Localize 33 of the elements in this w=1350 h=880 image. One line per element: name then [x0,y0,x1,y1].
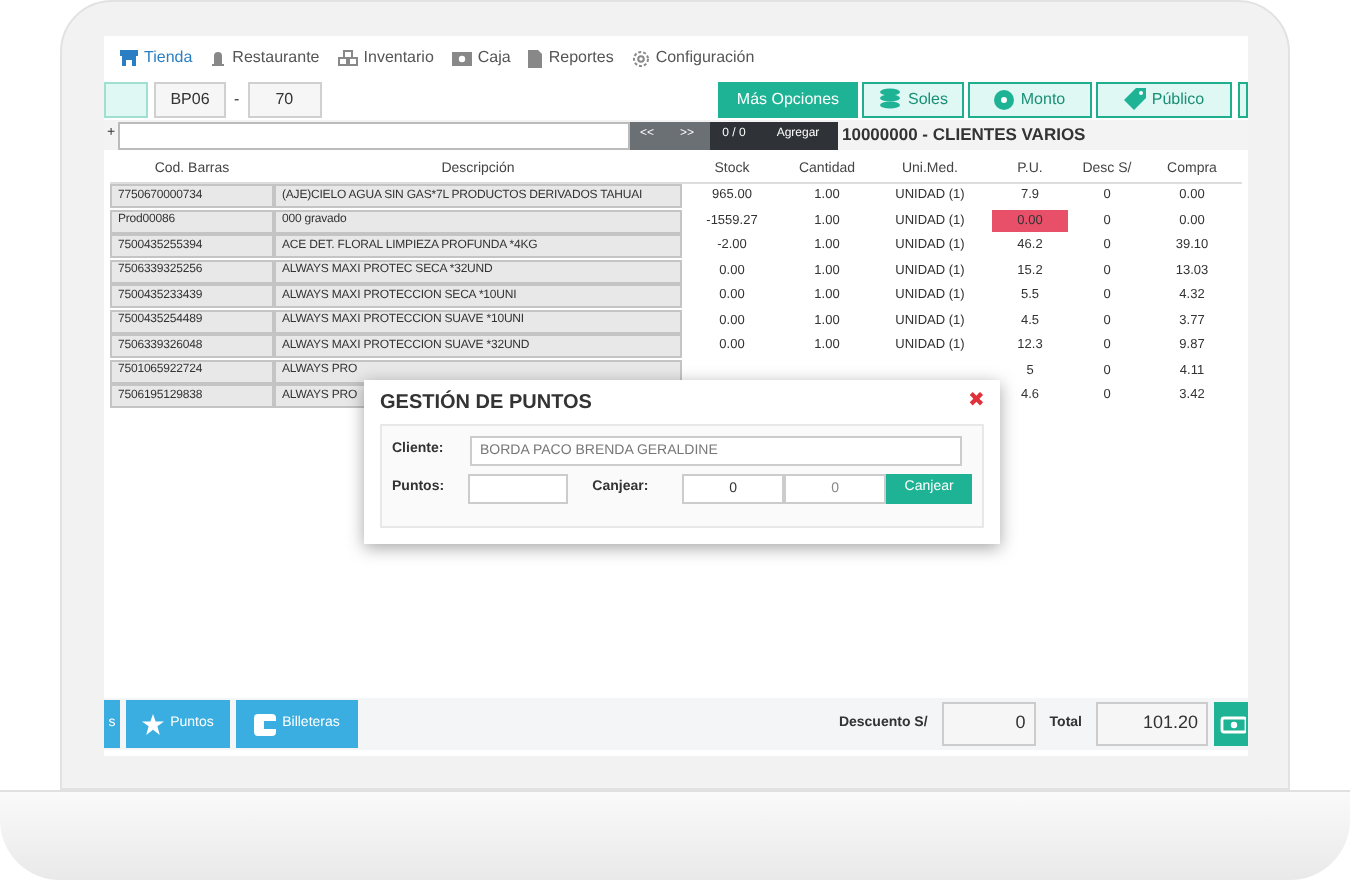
search-field[interactable] [118,121,630,149]
settings-icon [631,49,650,67]
star-icon [142,713,165,735]
document-icon [528,49,543,67]
nav-tab[interactable]: Restaurante [210,46,320,70]
nav-tab[interactable]: Caja [451,46,511,70]
nav-tab[interactable]: Inventario [337,46,434,70]
coins-icon [877,88,902,110]
nav-tab[interactable]: Tienda [120,46,193,70]
toolbar-button[interactable]: Soles [862,81,964,117]
tag-icon [1123,88,1146,110]
puntos-field[interactable] [468,474,569,504]
wallet-icon [254,713,277,735]
number-field[interactable]: 70 [247,81,322,117]
toolbar-button[interactable]: Público [1096,81,1232,117]
banknote-icon [1220,715,1246,733]
toolbar-button[interactable]: Monto [968,81,1092,117]
close-button[interactable]: ✖ [968,392,984,412]
total-field[interactable]: 101.20 [1096,702,1208,746]
tool-button[interactable] [104,81,148,117]
series-field[interactable]: BP06 [154,81,226,117]
client-text: 10000000 - CLIENTES VARIOS [840,122,1086,148]
nav-tab[interactable]: Configuración [631,46,755,70]
cash-button[interactable] [1214,702,1248,746]
badge-icon [994,89,1015,109]
store-icon [120,50,138,66]
nav-tab[interactable]: Reportes [528,46,614,70]
separator-text: - [232,87,242,111]
tool-button[interactable] [1238,81,1248,117]
chef-hat-icon [210,50,227,66]
discount-field[interactable]: 0 [941,702,1036,746]
banknote-icon [451,51,472,65]
boxes-icon [337,50,358,66]
